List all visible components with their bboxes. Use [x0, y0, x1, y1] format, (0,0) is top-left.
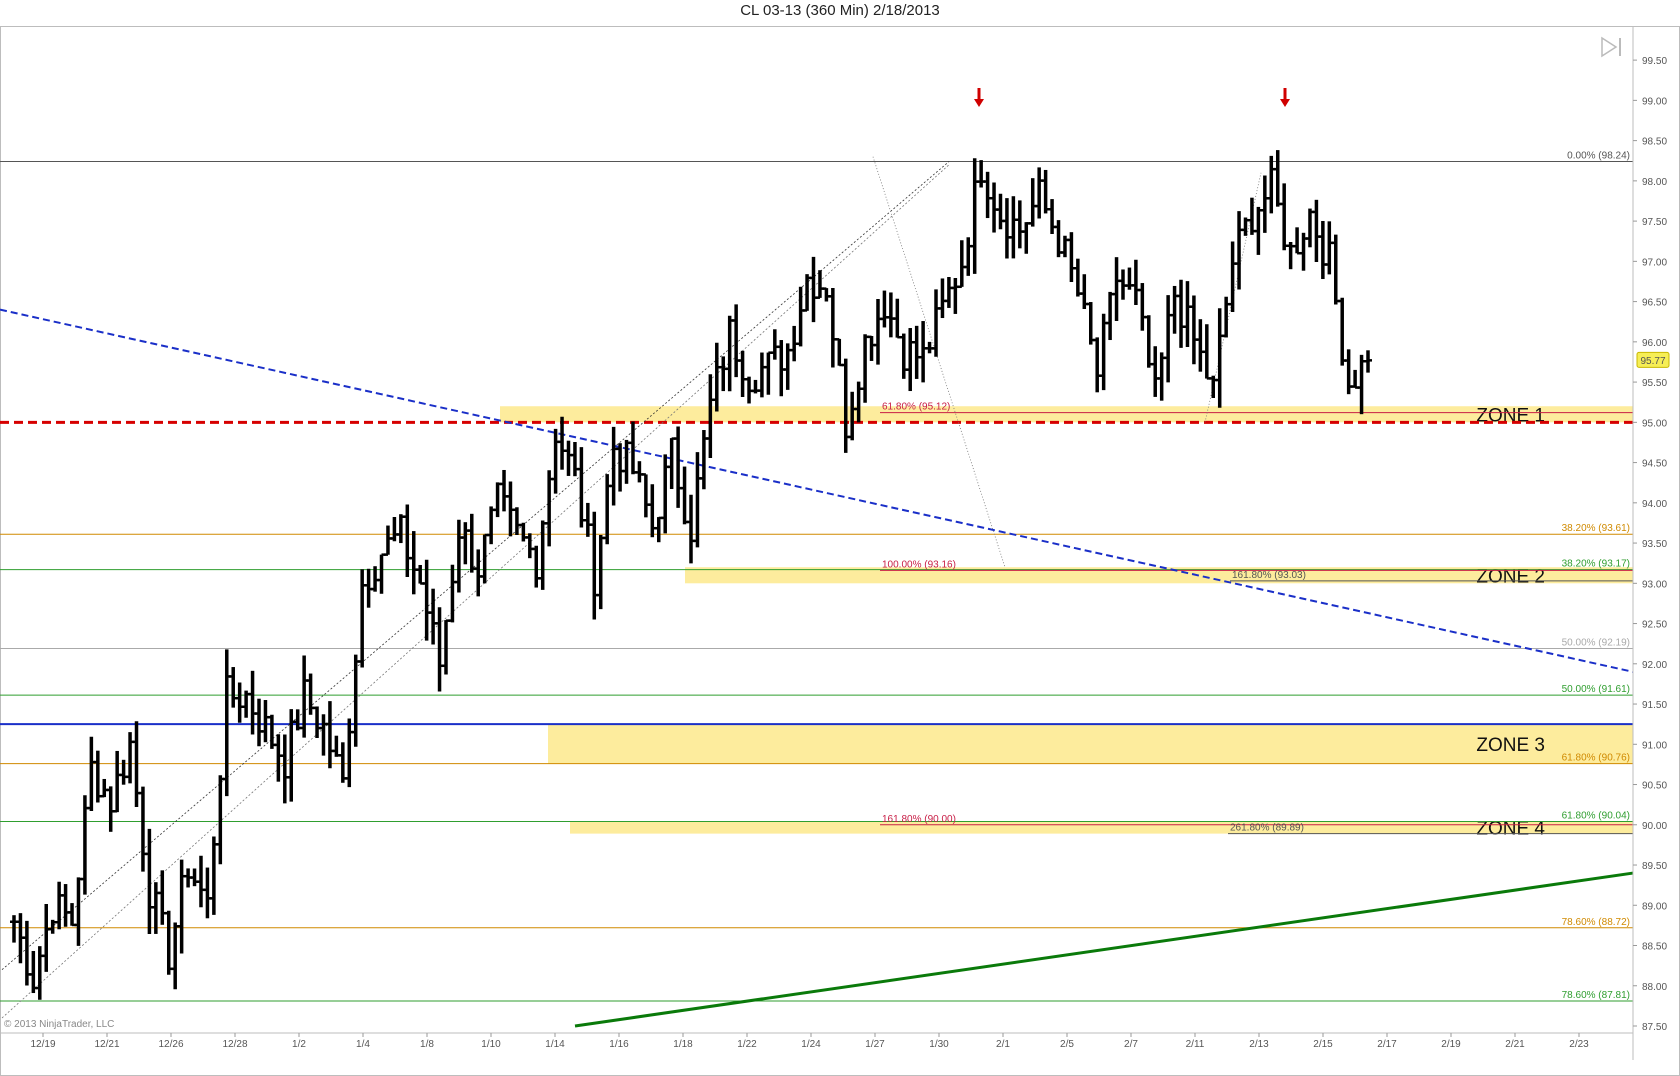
zone-label: ZONE 3 — [1476, 735, 1545, 756]
fib-level-label: 78.60% (88.72) — [1562, 917, 1630, 928]
fib-level-label: 38.20% (93.17) — [1562, 559, 1630, 570]
x-tick-label: 1/18 — [673, 1039, 693, 1050]
fib-level-label: 78.60% (87.81) — [1562, 990, 1630, 1001]
y-tick-label: 96.50 — [1642, 298, 1667, 309]
y-tick-label: 90.50 — [1642, 781, 1667, 792]
fib-extension-label: 261.80% (89.89) — [1230, 823, 1304, 834]
x-tick-label: 1/30 — [929, 1039, 949, 1050]
x-tick-label: 2/1 — [996, 1039, 1010, 1050]
x-tick-label: 2/23 — [1569, 1039, 1589, 1050]
fib-level-label: 0.00% (98.24) — [1567, 151, 1630, 162]
x-tick-label: 1/2 — [292, 1039, 306, 1050]
y-tick-label: 91.00 — [1642, 740, 1667, 751]
x-tick-label: 2/13 — [1249, 1039, 1269, 1050]
y-tick-label: 91.50 — [1642, 700, 1667, 711]
y-tick-label: 99.00 — [1642, 96, 1667, 107]
fib-extension-label: 161.80% (93.03) — [1232, 570, 1306, 581]
y-tick-label: 90.00 — [1642, 821, 1667, 832]
y-tick-label: 89.50 — [1642, 861, 1667, 872]
x-tick-label: 2/5 — [1060, 1039, 1074, 1050]
zone-band — [548, 724, 1633, 764]
y-tick-label: 89.00 — [1642, 901, 1667, 912]
y-tick-label: 87.50 — [1642, 1022, 1667, 1033]
price-chart[interactable]: ZONE 1ZONE 2ZONE 3ZONE 4 0.00% (98.24)38… — [0, 0, 1680, 1076]
zone-band — [500, 406, 1633, 423]
y-tick-label: 93.00 — [1642, 579, 1667, 590]
fib-level-label: 50.00% (91.61) — [1562, 684, 1630, 695]
x-tick-label: 1/22 — [737, 1039, 757, 1050]
y-tick-label: 94.50 — [1642, 459, 1667, 470]
x-tick-label: 12/21 — [94, 1039, 119, 1050]
y-tick-label: 93.50 — [1642, 539, 1667, 550]
y-tick-label: 92.50 — [1642, 620, 1667, 631]
play-icon[interactable] — [1600, 36, 1626, 58]
x-tick-label: 2/21 — [1505, 1039, 1525, 1050]
x-tick-label: 2/7 — [1124, 1039, 1138, 1050]
fib-level-label: 61.80% (90.04) — [1562, 811, 1630, 822]
copyright-text: © 2013 NinjaTrader, LLC — [4, 1019, 114, 1030]
x-tick-label: 12/26 — [158, 1039, 183, 1050]
y-tick-label: 95.00 — [1642, 418, 1667, 429]
y-tick-label: 99.50 — [1642, 56, 1667, 67]
x-tick-label: 12/19 — [30, 1039, 55, 1050]
x-tick-label: 1/4 — [356, 1039, 370, 1050]
y-tick-label: 97.00 — [1642, 257, 1667, 268]
last-price-label: 95.77 — [1640, 356, 1665, 367]
y-tick-label: 92.00 — [1642, 660, 1667, 671]
fib-extension-label: 100.00% (93.16) — [882, 559, 956, 570]
fib-extension-label: 61.80% (95.12) — [882, 402, 950, 413]
y-tick-label: 97.50 — [1642, 217, 1667, 228]
overlay: 95.77 © 2013 NinjaTrader, LLC — [4, 88, 1670, 1030]
rising-trendline — [574, 871, 1634, 1028]
y-tick-label: 98.50 — [1642, 137, 1667, 148]
x-tick-label: 1/8 — [420, 1039, 434, 1050]
projection-line — [872, 156, 1006, 568]
down-arrow-head-icon — [974, 99, 984, 107]
x-tick-label: 1/10 — [481, 1039, 501, 1050]
x-tick-label: 1/24 — [801, 1039, 821, 1050]
falling-trendline — [0, 308, 1634, 673]
y-tick-label: 88.50 — [1642, 942, 1667, 953]
x-tick-label: 2/19 — [1441, 1039, 1461, 1050]
x-tick-label: 1/16 — [609, 1039, 629, 1050]
y-tick-label: 95.50 — [1642, 378, 1667, 389]
x-tick-label: 12/28 — [222, 1039, 247, 1050]
x-tick-label: 1/14 — [545, 1039, 565, 1050]
fib-level-label: 38.20% (93.61) — [1562, 523, 1630, 534]
fib-level-label: 61.80% (90.76) — [1562, 753, 1630, 764]
y-tick-label: 88.00 — [1642, 982, 1667, 993]
y-tick-label: 94.00 — [1642, 499, 1667, 510]
x-tick-label: 2/11 — [1186, 1039, 1205, 1050]
x-tick-label: 2/17 — [1377, 1039, 1397, 1050]
y-tick-label: 98.00 — [1642, 177, 1667, 188]
trendlines — [0, 156, 1634, 1028]
fib-level-label: 50.00% (92.19) — [1562, 638, 1630, 649]
zone-band — [570, 821, 1633, 834]
x-tick-label: 1/27 — [865, 1039, 885, 1050]
x-tick-label: 2/15 — [1313, 1039, 1333, 1050]
plot-border — [0, 26, 1680, 1076]
y-tick-label: 96.00 — [1642, 338, 1667, 349]
down-arrow-head-icon — [1280, 99, 1290, 107]
fib-extension-label: 161.80% (90.00) — [882, 814, 956, 825]
